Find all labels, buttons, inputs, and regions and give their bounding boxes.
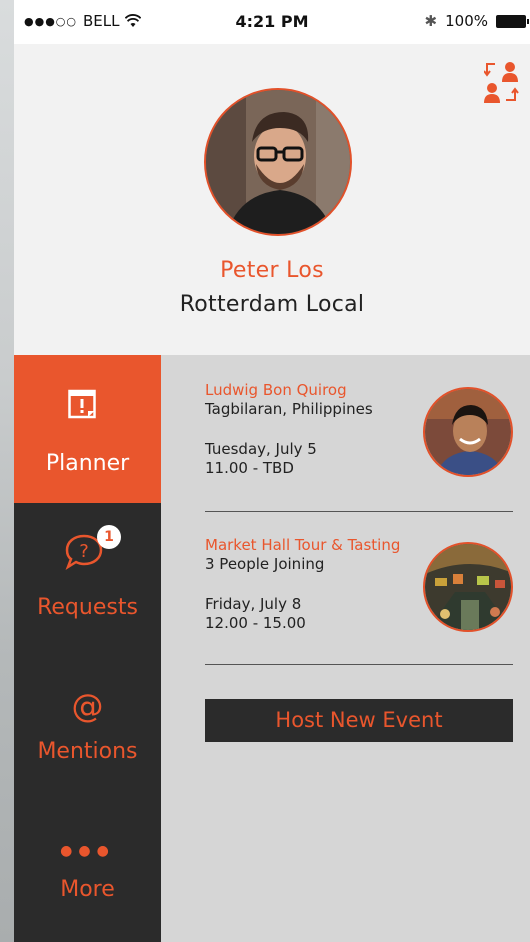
status-right: ✱ 100% xyxy=(424,12,529,30)
sidebar-item-label: Mentions xyxy=(37,739,138,764)
at-sign-icon: @ xyxy=(71,687,104,725)
sidebar-nav: Planner ? 1 Requests @ Mentions ●●● More xyxy=(14,355,161,942)
dots-icon: ●●● xyxy=(60,843,115,859)
event-card[interactable]: Ludwig Bon Quirog Tagbilaran, Philippine… xyxy=(205,381,513,481)
sidebar-item-requests[interactable]: ? 1 Requests xyxy=(14,503,161,651)
event-photo[interactable] xyxy=(423,542,513,632)
calendar-alert-icon xyxy=(68,389,96,419)
requests-badge: 1 xyxy=(97,525,121,549)
sidebar-item-label: Planner xyxy=(45,451,130,476)
market-hall-photo xyxy=(425,544,511,630)
switch-user-icon[interactable] xyxy=(484,60,520,104)
profile-location: Rotterdam Local xyxy=(179,292,365,317)
sidebar-item-label: Requests xyxy=(37,595,138,620)
sidebar-item-label: More xyxy=(60,877,115,902)
bluetooth-icon: ✱ xyxy=(424,12,438,30)
profile-avatar[interactable] xyxy=(204,88,352,236)
app-screen: ●●●○○ BELL 4:21 PM ✱ 100% Peter Los Rott… xyxy=(14,0,530,942)
profile-header: Peter Los Rotterdam Local xyxy=(14,44,530,355)
event-avatar[interactable] xyxy=(423,387,513,477)
sidebar-item-planner[interactable]: Planner xyxy=(14,355,161,503)
sidebar-item-mentions[interactable]: @ Mentions xyxy=(14,651,161,799)
host-photo xyxy=(425,389,511,475)
event-card[interactable]: Market Hall Tour & Tasting 3 People Join… xyxy=(205,536,513,636)
avatar-image xyxy=(206,90,350,234)
event-divider xyxy=(205,664,513,665)
sidebar-item-more[interactable]: ●●● More xyxy=(14,799,161,942)
svg-text:?: ? xyxy=(79,541,89,562)
event-divider xyxy=(205,511,513,512)
host-new-event-button[interactable]: Host New Event xyxy=(205,699,513,742)
profile-name: Peter Los xyxy=(220,258,324,283)
planner-content: Ludwig Bon Quirog Tagbilaran, Philippine… xyxy=(161,355,530,942)
battery-icon xyxy=(496,14,529,28)
battery-percent: 100% xyxy=(445,12,488,30)
status-bar: ●●●○○ BELL 4:21 PM ✱ 100% xyxy=(14,0,530,44)
